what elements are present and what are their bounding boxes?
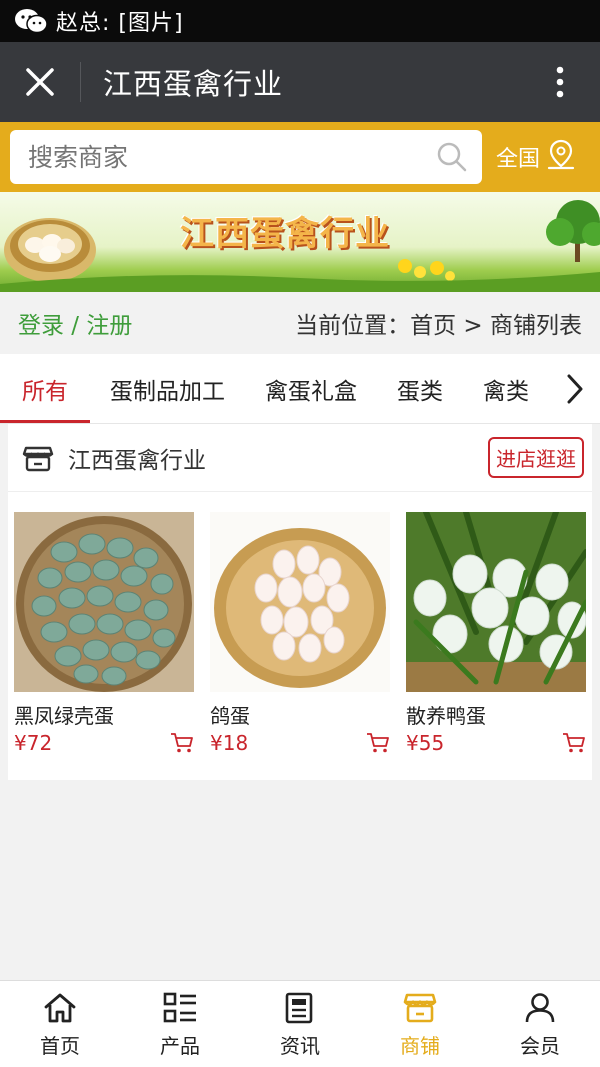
product-image-pigeon-eggs[interactable]	[210, 512, 390, 692]
cart-icon[interactable]	[170, 732, 194, 754]
product-price-row: ¥18	[210, 731, 390, 755]
status-bar: 赵总: [图片]	[0, 0, 600, 42]
product-price-row: ¥72	[14, 731, 194, 755]
login-register-link[interactable]: 登录 / 注册	[18, 306, 132, 340]
tab-egg-gift-box[interactable]: 禽蛋礼盒	[245, 354, 377, 423]
nav-stores-label: 商铺	[400, 1033, 440, 1058]
product-price: ¥72	[14, 731, 53, 755]
document-icon	[284, 990, 316, 1026]
user-icon	[524, 990, 556, 1026]
more-vertical-icon	[556, 66, 564, 98]
product-price-row: ¥55	[406, 731, 586, 755]
nav-member-label: 会员	[520, 1033, 560, 1058]
product-name[interactable]: 散养鸭蛋	[406, 700, 586, 729]
tab-all[interactable]: 所有	[0, 354, 90, 423]
product-name[interactable]: 黑凤绿壳蛋	[14, 700, 194, 729]
close-button[interactable]	[0, 42, 80, 122]
breadcrumb: 登录 / 注册 当前位置：首页 > 商铺列表	[0, 292, 600, 354]
close-icon	[26, 68, 54, 96]
notification-text: 赵总: [图片]	[56, 11, 184, 36]
nav-member[interactable]: 会员	[480, 981, 600, 1067]
tab-egg-processing[interactable]: 蛋制品加工	[90, 354, 245, 423]
shop-header: 江西蛋禽行业 进店逛逛	[8, 424, 592, 492]
page-title: 江西蛋禽行业	[103, 67, 284, 101]
product-card[interactable]: 鸽蛋 ¥18	[210, 512, 390, 755]
cart-icon[interactable]	[366, 732, 390, 754]
home-icon	[43, 990, 77, 1026]
tab-eggs[interactable]: 蛋类	[377, 354, 463, 423]
product-image-duck-eggs[interactable]	[406, 512, 586, 692]
tabs-scroll-right[interactable]	[550, 354, 600, 423]
shop-card: 江西蛋禽行业 进店逛逛 黑凤绿壳蛋 ¥72 鸽蛋 ¥18 散养鸭蛋 ¥55	[8, 424, 592, 780]
nav-stores[interactable]: 商铺	[360, 981, 480, 1067]
title-divider	[80, 62, 81, 102]
product-price: ¥55	[406, 731, 445, 755]
cart-icon[interactable]	[562, 732, 586, 754]
search-icon[interactable]	[422, 141, 482, 173]
nav-news[interactable]: 资讯	[240, 981, 360, 1067]
store-icon	[22, 446, 54, 471]
shop-name[interactable]: 江西蛋禽行业	[68, 441, 488, 475]
breadcrumb-location: 当前位置：首页 > 商铺列表	[295, 313, 582, 339]
tab-poultry[interactable]: 禽类	[463, 354, 549, 423]
nav-news-label: 资讯	[280, 1033, 320, 1058]
product-name[interactable]: 鸽蛋	[210, 700, 390, 729]
enter-store-button[interactable]: 进店逛逛	[488, 437, 584, 478]
product-list: 黑凤绿壳蛋 ¥72 鸽蛋 ¥18 散养鸭蛋 ¥55	[8, 492, 592, 755]
search-input[interactable]	[28, 142, 422, 172]
nav-home[interactable]: 首页	[0, 981, 120, 1067]
product-card[interactable]: 散养鸭蛋 ¥55	[406, 512, 586, 755]
grid-list-icon	[163, 990, 197, 1026]
region-selector[interactable]: 全国	[496, 138, 576, 176]
product-card[interactable]: 黑凤绿壳蛋 ¥72	[14, 512, 194, 755]
location-icon	[546, 138, 576, 176]
wechat-icon	[14, 8, 48, 34]
nav-products-label: 产品	[160, 1033, 200, 1058]
store-icon	[403, 990, 437, 1026]
more-button[interactable]	[520, 42, 600, 122]
title-bar: 江西蛋禽行业	[0, 42, 600, 122]
product-image-green-eggs[interactable]	[14, 512, 194, 692]
banner[interactable]: 江西蛋禽行业	[0, 192, 600, 292]
category-tabs: 所有 蛋制品加工 禽蛋礼盒 蛋类 禽类	[0, 354, 600, 424]
nav-products[interactable]: 产品	[120, 981, 240, 1067]
search-box[interactable]	[10, 130, 482, 184]
search-bar: 全国	[0, 122, 600, 192]
bottom-nav: 首页 产品 资讯 商铺 会员	[0, 980, 600, 1067]
product-price: ¥18	[210, 731, 249, 755]
region-label: 全国	[496, 147, 541, 172]
nav-home-label: 首页	[40, 1033, 80, 1058]
chevron-right-icon	[567, 374, 583, 404]
banner-title: 江西蛋禽行业	[180, 214, 390, 254]
